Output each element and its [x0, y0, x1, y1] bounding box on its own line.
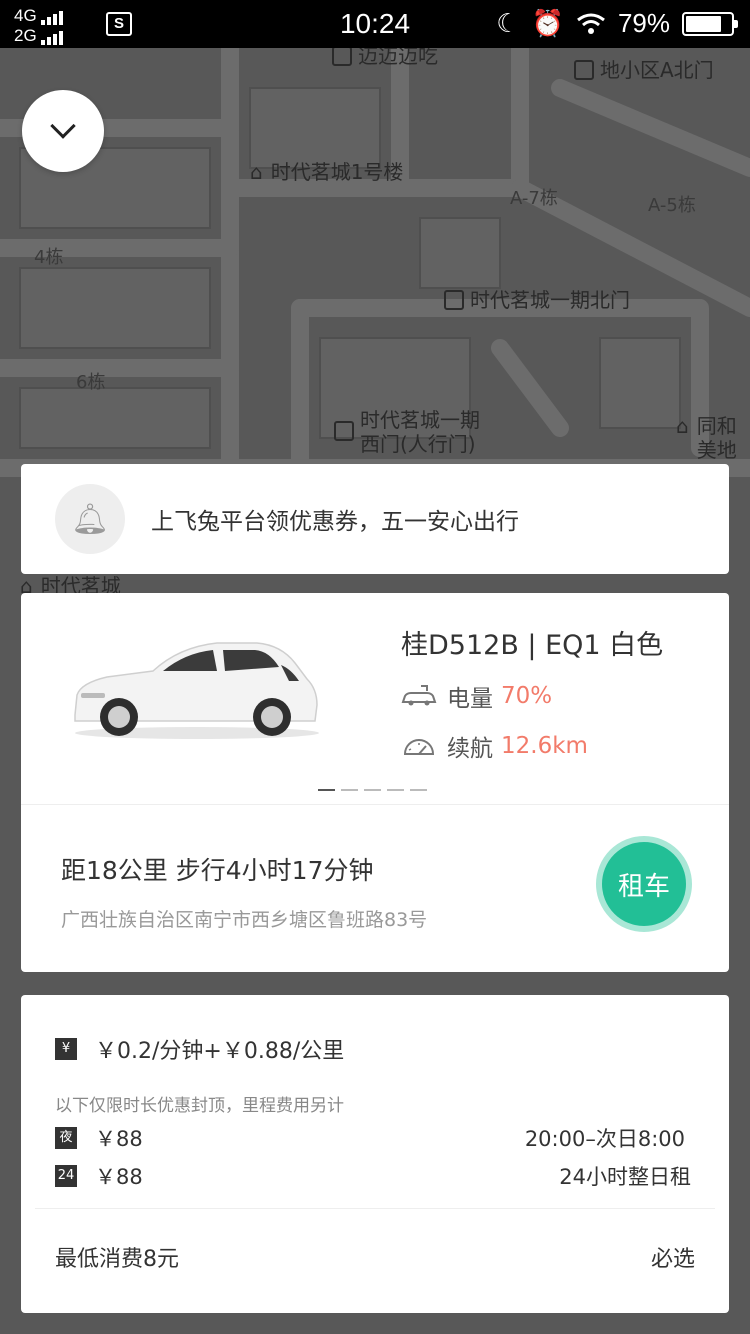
night-time: 20:00–次日8:00: [524, 1127, 685, 1151]
carousel-dot[interactable]: [364, 789, 381, 791]
address-text: 广西壮族自治区南宁市西乡塘区鲁班路83号: [61, 909, 428, 931]
map-label: ⌂ 同和 美地: [676, 414, 737, 462]
bell-icon: 🔔︎: [70, 501, 110, 537]
carousel-dot[interactable]: [341, 789, 358, 791]
map-label: 4栋: [34, 247, 64, 268]
map-label: 地小区A北门: [574, 54, 714, 83]
day-tag-icon: 24: [55, 1165, 77, 1187]
battery-fill: [686, 15, 721, 32]
base-price: ￥0.2/分钟+￥0.88/公里: [95, 1039, 345, 1064]
poi-icon: [332, 46, 352, 66]
distance-text: 距18公里 步行4小时17分钟: [61, 856, 374, 885]
map-label-text: 时代茗城1号楼: [270, 160, 404, 184]
night-tag-icon: 夜: [55, 1127, 77, 1149]
price-note: 以下仅限时长优惠封顶，里程费用另计: [55, 1096, 344, 1116]
battery-icon: [682, 11, 738, 36]
range-spec: 续航 12.6km: [401, 729, 588, 763]
map-label-text: 西门(人行门): [360, 432, 476, 456]
battery-value: 70%: [501, 683, 553, 709]
range-label: 续航: [447, 736, 493, 762]
night-price-row: 夜 ￥88: [55, 1123, 143, 1153]
poi-icon: [444, 290, 464, 310]
battery-label: 电量: [447, 686, 493, 712]
map-label: ⌂ 时代茗城1号楼: [250, 156, 403, 185]
chevron-down-icon: [50, 113, 76, 139]
wifi-icon: [577, 13, 605, 34]
base-price-row: ¥ ￥0.2/分钟+￥0.88/公里: [55, 1033, 344, 1065]
day-desc: 24小时整日租: [559, 1165, 691, 1189]
min-charge: 最低消费8元: [55, 1247, 179, 1272]
collapse-button[interactable]: [22, 90, 104, 172]
status-icons: ☾ ⏰ 79%: [496, 8, 738, 39]
moon-icon: ☾: [496, 8, 520, 38]
pricing-card: ¥ ￥0.2/分钟+￥0.88/公里 以下仅限时长优惠封顶，里程费用另计 夜 ￥…: [21, 995, 729, 1313]
day-price-row: 24 ￥88: [55, 1161, 143, 1191]
bell-icon-wrap: 🔔︎: [55, 484, 125, 554]
house-icon: ⌂: [250, 160, 263, 184]
carousel-dot[interactable]: [387, 789, 404, 791]
car-card: 桂D512B | EQ1 白色 电量 70% 续航 12.6km 距18公里 步…: [21, 593, 729, 972]
night-price: ￥88: [95, 1127, 143, 1151]
battery-spec: 电量 70%: [401, 679, 552, 713]
map-label-text: 时代茗城一期: [360, 408, 480, 432]
poi-icon: [574, 60, 594, 80]
carousel-indicator[interactable]: [318, 789, 427, 791]
map-label: A-7栋: [510, 188, 558, 209]
yuan-tag-icon: ¥: [55, 1038, 77, 1060]
carousel-dot[interactable]: [318, 789, 335, 791]
plate-info: 桂D512B | EQ1 白色: [401, 630, 664, 661]
carousel-dot[interactable]: [410, 789, 427, 791]
rent-button[interactable]: 租车: [596, 836, 692, 932]
day-price: ￥88: [95, 1165, 143, 1189]
alarm-icon: ⏰: [531, 8, 564, 38]
map-label: A-5栋: [648, 195, 696, 216]
map-label-text: 同和: [696, 414, 737, 438]
map-label: 时代茗城一期北门: [444, 284, 630, 313]
divider: [35, 1208, 715, 1209]
required-label[interactable]: 必选: [651, 1241, 695, 1273]
promo-notice[interactable]: 🔔︎ 上飞兔平台领优惠券，五一安心出行: [21, 464, 729, 574]
map-label: 时代茗城一期 西门(人行门): [334, 408, 480, 456]
speedometer-icon: [403, 739, 435, 755]
map-label-text: 时代茗城一期北门: [470, 288, 630, 312]
map-label: 6栋: [76, 372, 106, 393]
status-bar: 4G 2G S 10:24 ☾ ⏰ 79%: [0, 0, 750, 48]
house-icon: ⌂: [676, 414, 689, 438]
range-value: 12.6km: [501, 733, 588, 759]
promo-text: 上飞兔平台领优惠券，五一安心出行: [151, 509, 519, 535]
car-image[interactable]: [67, 633, 327, 743]
divider: [21, 804, 729, 805]
map-label-text: 地小区A北门: [600, 58, 714, 82]
map-label-text: 美地: [696, 438, 737, 462]
battery-percent: 79%: [617, 8, 670, 38]
charging-car-icon: [401, 685, 437, 706]
poi-icon: [334, 421, 354, 441]
